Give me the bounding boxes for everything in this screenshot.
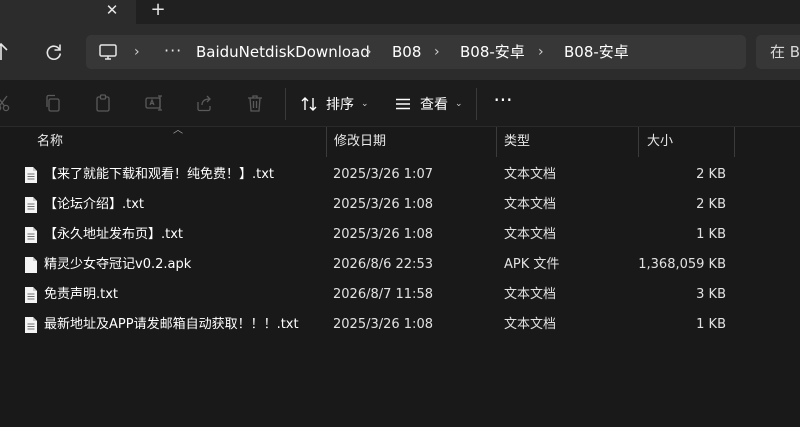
- blank-file-icon: [25, 257, 37, 273]
- text-file-icon: [25, 197, 37, 213]
- command-bar: 排序 ⌄ 查看 ⌄ ···: [0, 80, 800, 127]
- file-row[interactable]: 【论坛介绍】.txt 2025/3/26 1:08 文本文档 2 KB: [16, 190, 736, 220]
- column-divider[interactable]: [496, 127, 497, 157]
- search-input[interactable]: 在 B: [756, 35, 800, 69]
- chevron-right-icon[interactable]: ›: [366, 35, 372, 69]
- column-header-date[interactable]: 修改日期: [334, 127, 386, 157]
- file-name: 【来了就能下载和观看！纯免费！】.txt: [44, 167, 275, 182]
- file-explorer-window: ✕ + › ··· BaiduNetdiskDownload › B08 › B…: [0, 0, 800, 427]
- chevron-right-icon[interactable]: ›: [434, 35, 440, 69]
- file-name: 精灵少女夺冠记v0.2.apk: [44, 257, 192, 272]
- file-type: 文本文档: [504, 227, 557, 242]
- file-modified-date: 2025/3/26 1:08: [333, 197, 433, 212]
- active-tab[interactable]: ✕: [0, 0, 136, 24]
- column-divider[interactable]: [326, 127, 327, 157]
- breadcrumb-overflow-button[interactable]: ···: [164, 35, 182, 69]
- paste-icon[interactable]: [93, 93, 113, 113]
- chevron-down-icon: ⌄: [455, 99, 463, 109]
- file-size: 1 KB: [696, 317, 726, 332]
- toolbar-divider: [476, 88, 477, 120]
- file-name: 最新地址及APP请发邮箱自动获取！！！.txt: [44, 317, 299, 332]
- sort-icon: [301, 97, 317, 111]
- more-options-button[interactable]: ···: [490, 90, 516, 114]
- up-arrow-icon[interactable]: [0, 38, 14, 66]
- file-row[interactable]: 【来了就能下载和观看！纯免费！】.txt 2025/3/26 1:07 文本文档…: [16, 160, 736, 190]
- cut-icon[interactable]: [0, 93, 12, 113]
- file-size: 2 KB: [696, 197, 726, 212]
- close-icon[interactable]: ✕: [103, 0, 121, 20]
- copy-icon[interactable]: [43, 93, 63, 113]
- search-placeholder: 在 B: [770, 43, 800, 61]
- file-row[interactable]: 精灵少女夺冠记v0.2.apk 2026/8/6 22:53 APK 文件 1,…: [16, 250, 736, 280]
- file-type: 文本文档: [504, 287, 557, 302]
- text-file-icon: [25, 227, 37, 243]
- column-divider[interactable]: [734, 127, 735, 157]
- file-modified-date: 2026/8/7 11:58: [333, 287, 433, 302]
- text-file-icon: [25, 167, 37, 183]
- file-name: 【永久地址发布页】.txt: [44, 227, 184, 242]
- address-bar[interactable]: › ··· BaiduNetdiskDownload › B08 › B08-安…: [86, 35, 746, 69]
- column-divider[interactable]: [638, 127, 639, 157]
- file-row[interactable]: 最新地址及APP请发邮箱自动获取！！！.txt 2025/3/26 1:08 文…: [16, 310, 736, 340]
- delete-icon[interactable]: [245, 93, 265, 113]
- sort-button[interactable]: 排序 ⌄: [300, 88, 369, 120]
- file-type: 文本文档: [504, 197, 557, 212]
- breadcrumb-item[interactable]: B08: [392, 35, 421, 69]
- navigation-bar: › ··· BaiduNetdiskDownload › B08 › B08-安…: [0, 24, 800, 80]
- file-row[interactable]: 免责声明.txt 2026/8/7 11:58 文本文档 3 KB: [16, 280, 736, 310]
- new-tab-button[interactable]: +: [148, 0, 168, 20]
- rename-icon[interactable]: [144, 93, 164, 113]
- chevron-down-icon: ⌄: [361, 99, 369, 109]
- text-file-icon: [25, 287, 37, 303]
- file-row[interactable]: 【永久地址发布页】.txt 2025/3/26 1:08 文本文档 1 KB: [16, 220, 736, 250]
- refresh-icon[interactable]: [42, 40, 66, 64]
- column-header-type[interactable]: 类型: [504, 127, 530, 157]
- file-size: 3 KB: [696, 287, 726, 302]
- column-header-size[interactable]: 大小: [647, 127, 673, 157]
- file-size: 2 KB: [696, 167, 726, 182]
- tab-bar: ✕ +: [0, 0, 800, 24]
- file-modified-date: 2025/3/26 1:08: [333, 317, 433, 332]
- file-modified-date: 2025/3/26 1:08: [333, 227, 433, 242]
- breadcrumb-item[interactable]: B08-安卓: [460, 35, 525, 69]
- breadcrumb-item[interactable]: B08-安卓: [564, 35, 629, 69]
- toolbar-divider: [285, 88, 286, 120]
- breadcrumb-item[interactable]: BaiduNetdiskDownload: [196, 35, 370, 69]
- column-header-row: ︿ 名称 修改日期 类型 大小: [0, 125, 800, 157]
- file-name: 【论坛介绍】.txt: [44, 197, 145, 212]
- share-icon[interactable]: [194, 93, 214, 113]
- sort-ascending-icon: ︿: [173, 125, 183, 136]
- chevron-right-icon[interactable]: ›: [134, 35, 140, 69]
- column-header-name[interactable]: 名称: [37, 127, 63, 157]
- file-size: 1 KB: [696, 227, 726, 242]
- file-modified-date: 2026/8/6 22:53: [333, 257, 433, 272]
- file-modified-date: 2025/3/26 1:07: [333, 167, 433, 182]
- file-type: 文本文档: [504, 317, 557, 332]
- view-list-icon: [396, 98, 410, 110]
- sort-label: 排序: [326, 97, 354, 113]
- view-button[interactable]: 查看 ⌄: [394, 88, 463, 120]
- file-type: APK 文件: [504, 257, 560, 272]
- text-file-icon: [25, 317, 37, 333]
- chevron-right-icon[interactable]: ›: [538, 35, 544, 69]
- file-type: 文本文档: [504, 167, 557, 182]
- this-pc-icon[interactable]: [98, 42, 118, 62]
- file-size: 1,368,059 KB: [638, 257, 726, 272]
- file-name: 免责声明.txt: [44, 287, 119, 302]
- view-label: 查看: [420, 97, 448, 113]
